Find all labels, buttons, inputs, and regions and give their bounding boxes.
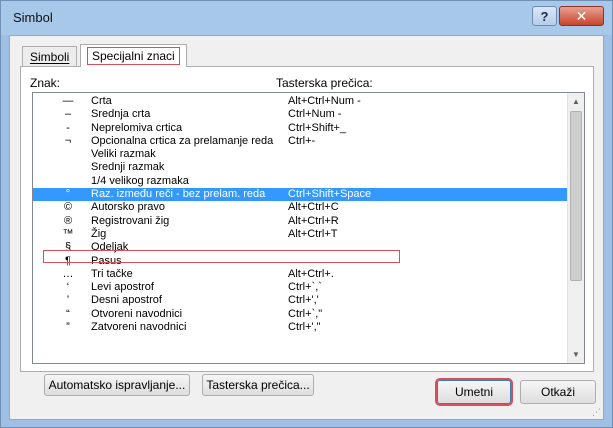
list-item-symbol: — xyxy=(62,95,74,107)
autocorrect-button[interactable]: Automatsko ispravljanje... xyxy=(44,374,190,396)
insert-button-label: Umetni xyxy=(454,385,493,399)
list-item[interactable]: … Tri tačke Alt+Ctrl+. xyxy=(33,268,569,281)
dialog-client-area: Simboli Specijalni znaci Znak: Tasterska… xyxy=(9,35,604,420)
close-icon: ✕ xyxy=(575,7,588,24)
chevron-down-icon: ▼ xyxy=(572,350,580,359)
tab-specijalni-znaci[interactable]: Specijalni znaci xyxy=(80,44,187,67)
list-item-symbol: ’ xyxy=(66,294,70,307)
list-item[interactable]: “ Otvoreni navodnici Ctrl+`," xyxy=(33,308,569,321)
window-title: Simbol xyxy=(13,10,53,25)
list-item[interactable]: – Srednja crta Ctrl+Num - xyxy=(33,108,569,121)
list-item[interactable]: — Crta Alt+Ctrl+Num - xyxy=(33,95,569,108)
list-item-name: Pasus xyxy=(91,254,122,267)
list-item-shortcut: Ctrl+- xyxy=(288,134,316,147)
list-item-name: Desni apostrof xyxy=(91,294,162,307)
list-item-name: Zatvoreni navodnici xyxy=(91,321,187,334)
help-button[interactable]: ? xyxy=(532,6,557,26)
list-item[interactable]: ¬ Opcionalna crtica za prelamanje reda Ctr… xyxy=(33,135,569,148)
symbol-dialog: Simbol ? ✕ Simboli Specijalni znaci Znak… xyxy=(0,0,613,428)
list-item-name: Veliki razmak xyxy=(91,148,156,161)
special-characters-list[interactable]: — Crta Alt+Ctrl+Num - – Srednja crta Ctrl+Num… xyxy=(32,92,585,364)
list-item-name: Srednji razmak xyxy=(91,161,165,174)
autocorrect-button-label: Automatsko ispravljanje... xyxy=(48,378,186,392)
list-item-symbol: ° xyxy=(65,188,71,201)
help-icon: ? xyxy=(540,8,549,24)
list-item[interactable]: - Neprelomiva crtica Ctrl+Shift+_ xyxy=(33,122,569,135)
list-item-name: Žig xyxy=(91,227,107,240)
close-button[interactable]: ✕ xyxy=(559,6,604,26)
column-header-shortcut: Tasterska prečica: xyxy=(276,76,373,90)
list-item-shortcut: Alt+Ctrl+C xyxy=(288,201,339,214)
list-item-shortcut: Alt+Ctrl+. xyxy=(288,267,334,280)
scroll-up-button[interactable]: ▲ xyxy=(568,93,584,110)
list-item-name: 1/4 velikog razmaka xyxy=(91,174,189,187)
list-item-shortcut: Ctrl+'," xyxy=(288,321,321,334)
cancel-button-label: Otkaži xyxy=(540,385,575,399)
list-item[interactable]: ™ Žig Alt+Ctrl+T xyxy=(33,228,569,241)
list-item[interactable]: ¶ Pasus xyxy=(33,255,569,268)
list-item-shortcut: Alt+Ctrl+R xyxy=(288,214,339,227)
tab-simboli[interactable]: Simboli xyxy=(22,46,78,66)
list-item[interactable]: Srednji razmak xyxy=(33,161,569,174)
list-item[interactable]: ‘ Levi apostrof Ctrl+`,` xyxy=(33,281,569,294)
list-item-shortcut: Alt+Ctrl+Num - xyxy=(288,95,361,107)
list-item[interactable]: © Autorsko pravo Alt+Ctrl+C xyxy=(33,201,569,214)
list-item-name: Srednja crta xyxy=(91,108,151,121)
list-item-name: Odeljak xyxy=(91,241,129,254)
list-item-symbol: ® xyxy=(63,214,73,227)
list-item-symbol: ” xyxy=(66,321,70,334)
list-item-symbol: © xyxy=(63,201,73,214)
list-item[interactable]: Veliki razmak xyxy=(33,148,569,161)
scroll-down-button[interactable]: ▼ xyxy=(568,346,584,363)
tab-specijalni-znaci-label: Specijalni znaci xyxy=(87,47,180,65)
cancel-button[interactable]: Otkaži xyxy=(520,380,596,404)
list-item[interactable]: ® Registrovani žig Alt+Ctrl+R xyxy=(33,215,569,228)
list-item-name: Neprelomiva crtica xyxy=(91,121,183,134)
list-item-shortcut: Ctrl+Shift+Space xyxy=(288,188,372,201)
list-item-shortcut: Ctrl+',' xyxy=(288,294,319,307)
resize-grip-icon[interactable]: ⋰ xyxy=(591,407,601,417)
list-rows: — Crta Alt+Ctrl+Num - – Srednja crta Ctrl+Num… xyxy=(33,95,569,334)
list-item-name: Registrovani žig xyxy=(91,214,170,227)
list-item-shortcut: Ctrl+`," xyxy=(288,307,323,320)
vertical-scrollbar[interactable]: ▲ ▼ xyxy=(567,93,584,363)
list-item-name: Tri tačke xyxy=(91,267,133,280)
list-item-symbol: § xyxy=(64,241,72,254)
list-item[interactable]: § Odeljak xyxy=(33,241,569,254)
list-item-name: Opcionalna crtica za prelamanje reda xyxy=(91,134,274,147)
list-item-symbol: “ xyxy=(66,307,70,320)
list-item-name: Crta xyxy=(91,95,112,107)
chevron-up-icon: ▲ xyxy=(572,97,580,106)
list-item-symbol: – xyxy=(64,108,72,121)
list-item-symbol: ¶ xyxy=(65,254,71,267)
list-item[interactable]: ’ Desni apostrof Ctrl+',' xyxy=(33,294,569,307)
list-item-shortcut: Ctrl+`,` xyxy=(288,281,322,294)
insert-button[interactable]: Umetni xyxy=(435,378,513,406)
list-item-shortcut: Ctrl+Num - xyxy=(288,108,342,121)
list-item-name: Levi apostrof xyxy=(91,281,154,294)
list-item[interactable]: ° Raz. između reči - bez prelam. reda Ctrl… xyxy=(33,188,569,202)
list-item-name: Autorsko pravo xyxy=(91,201,165,214)
list-item-symbol: … xyxy=(62,267,74,280)
list-item-symbol: - xyxy=(66,121,70,134)
list-item-shortcut: Alt+Ctrl+T xyxy=(288,227,338,240)
list-item-shortcut: Ctrl+Shift+_ xyxy=(288,121,347,134)
shortcut-key-button[interactable]: Tasterska prečica... xyxy=(202,374,314,396)
list-item-symbol: ‘ xyxy=(66,281,70,294)
tab-simboli-label: Simboli xyxy=(30,49,70,64)
list-item-symbol: ™ xyxy=(62,227,74,240)
special-characters-panel: Znak: Tasterska prečica: — Crta Alt+Ctrl+N… xyxy=(20,66,594,396)
list-item[interactable]: ” Zatvoreni navodnici Ctrl+'," xyxy=(33,321,569,334)
shortcut-key-button-label: Tasterska prečica... xyxy=(206,378,310,392)
list-item-name: Raz. između reči - bez prelam. reda xyxy=(91,188,266,201)
title-bar[interactable]: Simbol ? ✕ xyxy=(1,1,612,35)
column-header-sign: Znak: xyxy=(30,76,61,90)
list-item[interactable]: 1/4 velikog razmaka xyxy=(33,175,569,188)
list-item-symbol: ¬ xyxy=(64,134,72,147)
list-item-name: Otvoreni navodnici xyxy=(91,307,183,320)
scrollbar-thumb[interactable] xyxy=(570,111,582,281)
